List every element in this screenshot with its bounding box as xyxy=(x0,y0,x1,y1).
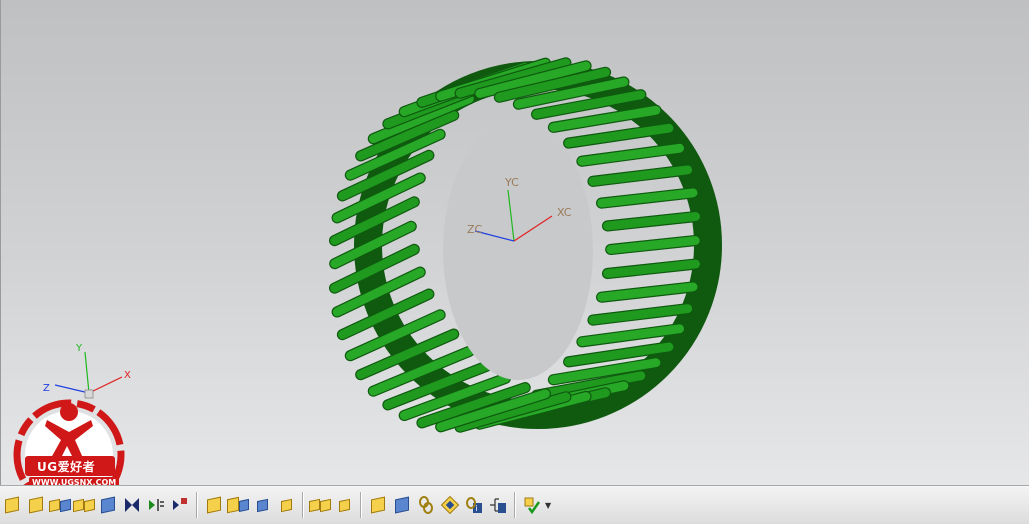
clearance-analysis-icon[interactable]: i xyxy=(463,494,485,516)
wcs-y-label: YC xyxy=(504,176,519,189)
triad-y-label: Y xyxy=(75,343,83,354)
cylinder-slot-bar xyxy=(587,164,694,187)
model-view[interactable]: YC XC ZC Y X Z xyxy=(1,0,1029,511)
cylinder-slot-bar xyxy=(605,234,701,256)
replace-component-icon[interactable] xyxy=(227,494,249,516)
array-component-icon[interactable] xyxy=(73,494,95,516)
assembly-constraints-icon[interactable] xyxy=(121,494,143,516)
slotted-cylinder-model[interactable] xyxy=(328,57,722,434)
new-component-icon[interactable] xyxy=(25,494,47,516)
checkmark-glyph xyxy=(524,497,541,514)
toolbar-separator xyxy=(302,492,304,518)
absolute-csys-triad: Y X Z xyxy=(43,343,131,399)
move-component-icon[interactable] xyxy=(97,494,119,516)
mate-component-icon[interactable] xyxy=(145,494,167,516)
component-pattern-icon[interactable] xyxy=(367,494,389,516)
triad-z-label: Z xyxy=(43,383,50,394)
assembly-toolbar: i ▼ xyxy=(0,485,1029,524)
wcs-z-label: ZC xyxy=(467,223,483,236)
reposition-icon[interactable] xyxy=(169,494,191,516)
toolbar-separator xyxy=(360,492,362,518)
add-component-icon[interactable] xyxy=(1,494,23,516)
check-mate-icon[interactable] xyxy=(521,494,543,516)
mate-glyph xyxy=(149,499,164,511)
svg-text:i: i xyxy=(476,504,478,513)
triad-origin-cube xyxy=(84,389,94,399)
cylinder-slot-bar xyxy=(601,210,702,232)
info-glyph: i xyxy=(466,497,482,513)
logo-figure-head xyxy=(60,403,78,421)
make-unique-icon[interactable] xyxy=(251,494,273,516)
reposition-glyph xyxy=(173,498,187,510)
toolbar-separator xyxy=(514,492,516,518)
cylinder-slot-bar xyxy=(601,258,702,280)
cylinder-slot-bar xyxy=(576,142,686,167)
chain-glyph xyxy=(419,496,433,514)
cylinder-bore xyxy=(443,120,593,380)
watermark-title: UG爱好者 xyxy=(37,460,96,474)
wave-geometry-linker-icon[interactable] xyxy=(275,494,297,516)
triad-x-label: X xyxy=(124,370,131,381)
mirror-assembly-icon[interactable] xyxy=(49,494,71,516)
cylinder-slot-bar xyxy=(595,281,699,303)
triad-y-axis xyxy=(84,351,90,394)
triad-z-axis xyxy=(54,384,90,394)
constraint-glyph xyxy=(125,498,139,512)
wave-manager-icon[interactable] xyxy=(487,494,509,516)
triad-x-axis xyxy=(88,376,123,394)
interpart-link-icon[interactable] xyxy=(309,494,331,516)
diamond-glyph xyxy=(441,496,459,514)
show-hide-constraints-icon[interactable] xyxy=(203,494,225,516)
wcs-x-label: XC xyxy=(557,206,572,219)
cylinder-slot-bar xyxy=(595,187,699,209)
assembly-navigator-icon[interactable] xyxy=(439,494,461,516)
toolbar-overflow-caret[interactable]: ▼ xyxy=(545,501,551,510)
toolbar-separator xyxy=(196,492,198,518)
graphics-window[interactable]: YC XC ZC Y X Z UG爱好者 WWW.UGSNX.COM xyxy=(0,0,1029,511)
tree-info-glyph xyxy=(490,498,506,513)
sequence-icon[interactable] xyxy=(415,494,437,516)
deformable-part-icon[interactable] xyxy=(333,494,355,516)
explode-view-icon[interactable] xyxy=(391,494,413,516)
